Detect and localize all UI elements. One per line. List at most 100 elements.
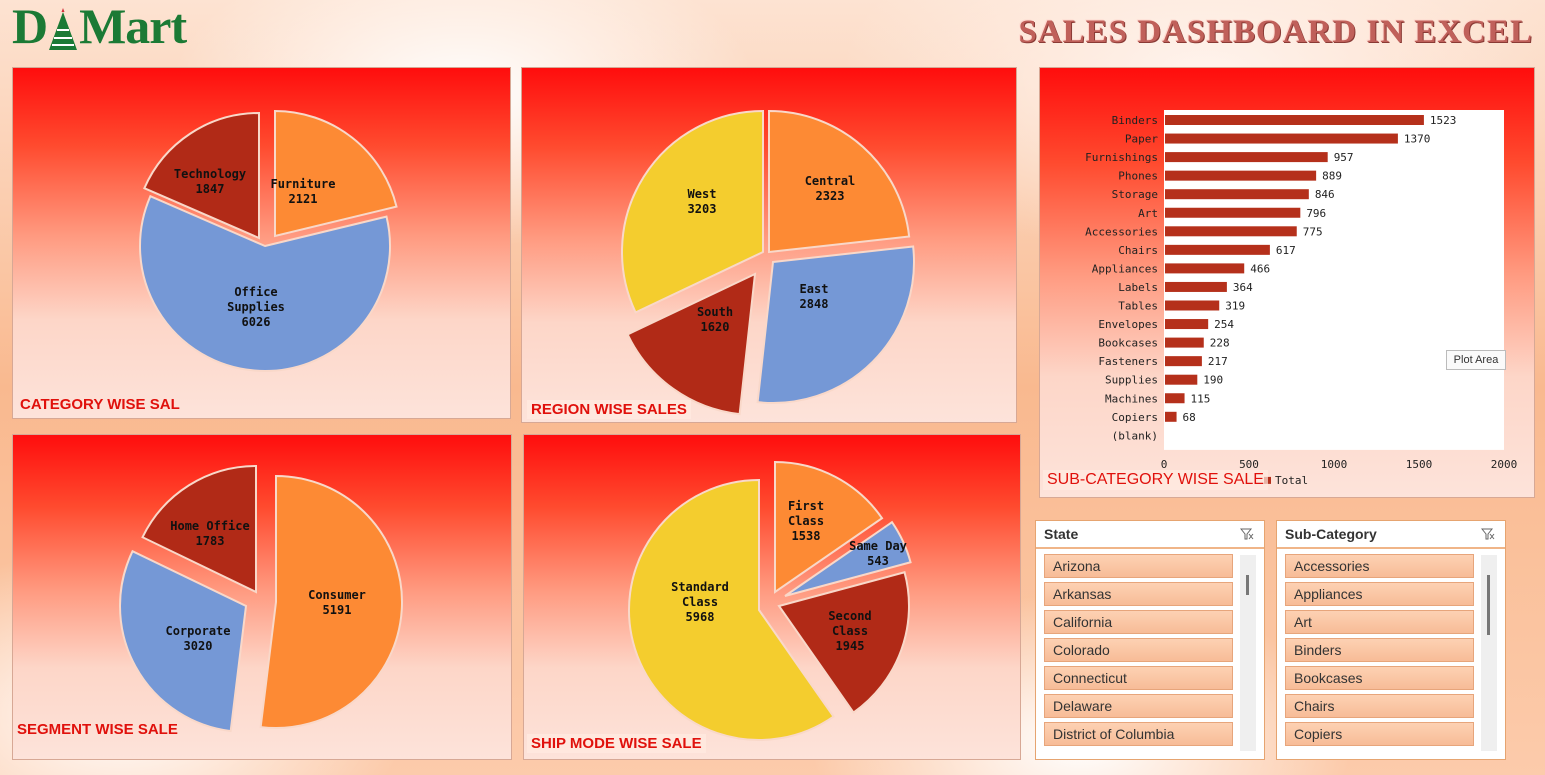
clear-filter-icon[interactable] — [1481, 528, 1495, 540]
subcategory-slicer-title: Sub-Category — [1285, 526, 1377, 542]
pie-slice-furniture[interactable] — [274, 109, 398, 238]
category-label-fasteners: Fasteners — [1098, 355, 1158, 368]
data-label-south: South 1620 — [697, 305, 733, 334]
bar-art[interactable] — [1165, 207, 1301, 218]
data-label-chairs: 617 — [1276, 244, 1296, 257]
scrollbar-thumb[interactable] — [1487, 575, 1490, 635]
bar-accessories[interactable] — [1165, 226, 1297, 237]
slicer-item[interactable]: Arkansas — [1044, 582, 1233, 606]
data-label-tables: 319 — [1225, 300, 1245, 313]
category-label-art: Art — [1138, 207, 1158, 220]
pie-slice-office-supplies[interactable] — [139, 194, 391, 372]
state-slicer-list: Arizona Arkansas California Colorado Con… — [1044, 554, 1233, 750]
category-chart-panel[interactable]: Furniture 2121 Office Supplies 6026 Technolog… — [12, 67, 511, 419]
category-label-storage: Storage — [1112, 188, 1158, 201]
plot-area-tooltip: Plot Area — [1446, 350, 1506, 370]
bar-labels[interactable] — [1165, 281, 1227, 292]
category-label-chairs: Chairs — [1118, 244, 1158, 257]
data-label-copiers: 68 — [1183, 411, 1196, 424]
region-chart-title: REGION WISE SALES — [527, 400, 691, 419]
slicer-item[interactable]: Appliances — [1285, 582, 1474, 606]
subcategory-slicer-header: Sub-Category — [1277, 521, 1505, 549]
bar-tables[interactable] — [1165, 300, 1220, 311]
category-label-tables: Tables — [1118, 300, 1158, 313]
slicer-item[interactable]: Bookcases — [1285, 666, 1474, 690]
state-slicer-header: State — [1036, 521, 1264, 549]
subcategory-slicer-list: Accessories Appliances Art Binders Bookc… — [1285, 554, 1474, 750]
region-chart-panel[interactable]: Central 2323 East 2848 South 1620 West 3203 REG… — [521, 67, 1017, 423]
data-label-fasteners: 217 — [1208, 355, 1228, 368]
slicer-item[interactable]: Accessories — [1285, 554, 1474, 578]
subcategory-slicer-scrollbar[interactable] — [1481, 555, 1497, 751]
state-slicer-scrollbar[interactable] — [1240, 555, 1256, 751]
slicer-item[interactable]: Art — [1285, 610, 1474, 634]
bar-phones[interactable] — [1165, 170, 1317, 181]
bar-envelopes[interactable] — [1165, 319, 1209, 330]
category-label-envelopes: Envelopes — [1098, 318, 1158, 331]
category-label-machines: Machines — [1105, 392, 1158, 405]
bar-copiers[interactable] — [1165, 411, 1177, 422]
scrollbar-thumb[interactable] — [1246, 575, 1249, 595]
clear-filter-icon[interactable] — [1240, 528, 1254, 540]
category-label-bookcases: Bookcases — [1098, 337, 1158, 350]
state-slicer[interactable]: State Arizona Arkansas California Colora… — [1035, 520, 1265, 760]
logo-tree-icon — [49, 8, 78, 50]
segment-chart-panel[interactable]: Consumer 5191 Corporate 3020 Home Office 1783… — [12, 434, 512, 760]
x-tick-label: 1000 — [1321, 458, 1348, 471]
slicer-item[interactable]: Copiers — [1285, 722, 1474, 746]
x-tick-label: 1500 — [1406, 458, 1433, 471]
bar-machines[interactable] — [1165, 393, 1185, 404]
dmart-logo: D Mart — [12, 0, 187, 54]
category-label-binders: Binders — [1112, 114, 1158, 127]
bar-storage[interactable] — [1165, 189, 1309, 200]
data-label-appliances: 466 — [1250, 262, 1270, 275]
slicer-item[interactable]: Binders — [1285, 638, 1474, 662]
shipmode-chart-panel[interactable]: First Class 1538 Same Day 543 Second Class 1945… — [523, 434, 1021, 760]
bar-binders[interactable] — [1165, 115, 1424, 125]
category-label-supplies: Supplies — [1105, 374, 1158, 387]
bar-supplies[interactable] — [1165, 374, 1198, 385]
bar-paper[interactable] — [1165, 133, 1398, 144]
pie-slice-east[interactable] — [756, 245, 915, 404]
data-label-first-class: First Class 1538 — [788, 499, 824, 543]
slicer-item[interactable]: Chairs — [1285, 694, 1474, 718]
data-label-accessories: 775 — [1303, 225, 1323, 238]
slicer-item[interactable]: Arizona — [1044, 554, 1233, 578]
data-label-machines: 115 — [1191, 392, 1211, 405]
data-label-envelopes: 254 — [1214, 318, 1234, 331]
data-label-paper: 1370 — [1404, 133, 1431, 146]
category-label-paper: Paper — [1125, 133, 1158, 146]
data-label-labels: 364 — [1233, 281, 1253, 294]
subcategory-chart-panel[interactable]: Binders 1523 Paper 1370 Furnishings 957 Phones… — [1039, 67, 1535, 498]
slicer-item[interactable]: District of Columbia — [1044, 722, 1233, 746]
bar-bookcases[interactable] — [1165, 337, 1204, 348]
subcategory-chart-title: SUB-CATEGORY WISE SALE — [1043, 470, 1268, 490]
data-label-binders: 1523 — [1430, 114, 1457, 127]
bar-fasteners[interactable] — [1165, 356, 1202, 367]
category-label-copiers: Copiers — [1112, 411, 1158, 424]
slicer-item[interactable]: California — [1044, 610, 1233, 634]
data-label-furnishings: 957 — [1334, 151, 1354, 164]
segment-chart-title: SEGMENT WISE SALE — [17, 721, 178, 738]
legend-label: Total — [1275, 474, 1308, 487]
category-label-labels: Labels — [1118, 281, 1158, 294]
data-label-storage: 846 — [1315, 188, 1335, 201]
slicer-item[interactable]: Connecticut — [1044, 666, 1233, 690]
category-label-accessories: Accessories — [1085, 225, 1158, 238]
slicer-item[interactable]: Delaware — [1044, 694, 1233, 718]
bar-furnishings[interactable] — [1165, 152, 1328, 163]
bar-appliances[interactable] — [1165, 263, 1245, 274]
shipmode-pie-chart: First Class 1538Same Day 543Second Class 1945… — [628, 460, 912, 741]
data-label-art: 796 — [1306, 207, 1326, 220]
data-label-phones: 889 — [1322, 170, 1342, 183]
data-label-bookcases: 228 — [1210, 337, 1230, 350]
category-label-blank: (blank) — [1112, 429, 1158, 442]
bar-chairs[interactable] — [1165, 244, 1270, 255]
data-label-west: West 3203 — [688, 187, 717, 216]
pie-slice-consumer[interactable] — [259, 474, 403, 729]
x-tick-label: 500 — [1239, 458, 1259, 471]
slicer-item[interactable]: Colorado — [1044, 638, 1233, 662]
data-label-east: East 2848 — [800, 282, 829, 311]
dashboard-title: SALES DASHBOARD IN EXCEL — [1018, 14, 1533, 50]
subcategory-slicer[interactable]: Sub-Category Accessories Appliances Art … — [1276, 520, 1506, 760]
